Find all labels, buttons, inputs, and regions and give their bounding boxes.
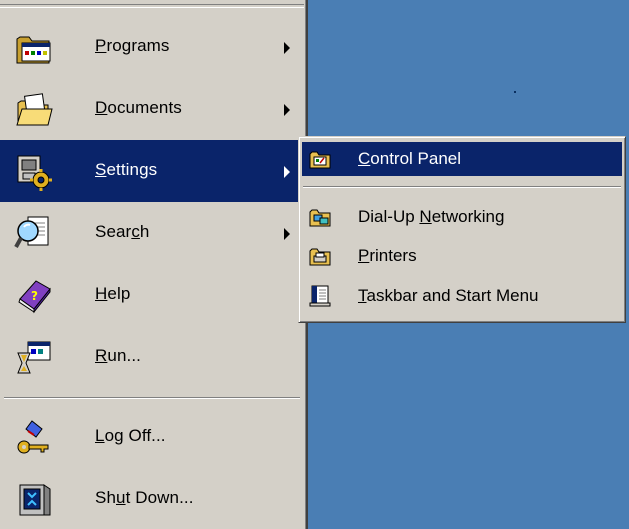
menu-item-shut-down[interactable]: Shut Down...: [0, 468, 304, 529]
svg-text:?: ?: [31, 289, 38, 303]
shut-down-icon: [19, 484, 51, 516]
submenu-item-label: Dial-Up Networking: [358, 207, 505, 226]
desktop: Programs Documents Settings Search ? Hel…: [0, 0, 629, 529]
menu-item-programs[interactable]: Programs: [0, 16, 304, 78]
menu-separator: [4, 397, 300, 399]
menu-item-label: Documents: [95, 98, 182, 117]
submenu-arrow-icon: [284, 42, 290, 54]
submenu-item-control-panel[interactable]: Control Panel: [302, 142, 622, 176]
menu-item-help[interactable]: ? Help: [0, 264, 304, 326]
control-panel-folder-icon: [309, 151, 331, 169]
desktop-speck: [514, 91, 516, 93]
submenu-item-label: Taskbar and Start Menu: [358, 286, 539, 305]
settings-icon: [17, 155, 52, 191]
start-menu: Programs Documents Settings Search ? Hel…: [0, 0, 308, 529]
submenu-item-taskbar-and-start-menu[interactable]: Taskbar and Start Menu: [302, 279, 622, 313]
search-icon: [14, 216, 49, 248]
log-off-key-icon: [17, 420, 49, 454]
menu-item-settings[interactable]: Settings: [0, 140, 304, 202]
menu-top-rule: [0, 4, 304, 8]
menu-item-label: Search: [95, 222, 150, 241]
menu-item-label: Run...: [95, 346, 141, 365]
menu-item-label: Programs: [95, 36, 170, 55]
taskbar-icon: [309, 285, 331, 307]
run-icon: [17, 341, 51, 374]
help-book-icon: ?: [18, 280, 51, 314]
submenu-arrow-icon: [284, 104, 290, 116]
menu-item-search[interactable]: Search: [0, 202, 304, 264]
menu-item-label: Log Off...: [95, 426, 166, 445]
menu-item-label: Help: [95, 284, 131, 303]
menu-item-log-off[interactable]: Log Off...: [0, 406, 304, 468]
submenu-arrow-icon: [284, 228, 290, 240]
menu-item-label: Settings: [95, 160, 158, 179]
settings-submenu: Control Panel Dial-Up Networking Printer…: [298, 136, 626, 323]
menu-item-documents[interactable]: Documents: [0, 78, 304, 140]
menu-item-run[interactable]: Run...: [0, 326, 304, 388]
menu-item-label: Shut Down...: [95, 488, 194, 507]
submenu-item-label: Printers: [358, 246, 417, 265]
printers-folder-icon: [309, 248, 331, 266]
submenu-arrow-icon: [284, 166, 290, 178]
programs-folder-icon: [16, 36, 51, 64]
submenu-separator: [303, 186, 621, 188]
submenu-item-printers[interactable]: Printers: [302, 239, 622, 273]
documents-folder-icon: [16, 93, 53, 126]
submenu-item-dial-up-networking[interactable]: Dial-Up Networking: [302, 200, 622, 234]
submenu-item-label: Control Panel: [358, 149, 462, 168]
dial-up-networking-icon: [309, 209, 331, 227]
